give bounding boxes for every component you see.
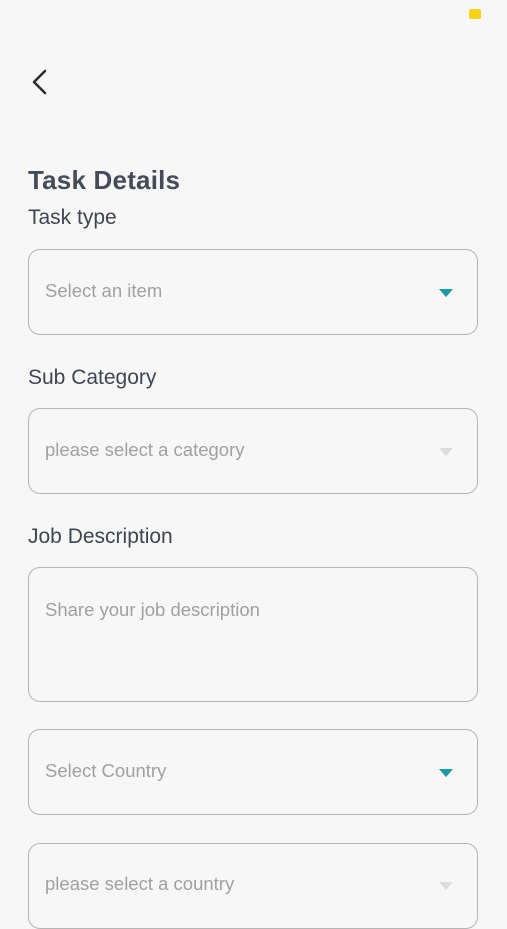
battery-icon xyxy=(469,9,481,19)
dropdown-caret-icon xyxy=(439,882,453,890)
job-description-textarea[interactable]: Share your job description xyxy=(28,567,478,702)
sub-category-label: Sub Category xyxy=(28,366,157,389)
country-dropdown[interactable]: Select Country xyxy=(28,729,478,815)
chevron-left-icon xyxy=(32,69,47,95)
sub-category-placeholder: please select a category xyxy=(45,439,245,460)
page-title: Task Details xyxy=(28,165,181,195)
status-bar xyxy=(0,0,507,30)
back-button[interactable] xyxy=(22,62,58,102)
task-type-placeholder: Select an item xyxy=(45,280,163,301)
job-description-placeholder: Share your job description xyxy=(45,599,260,620)
city-placeholder: please select a country xyxy=(45,873,235,894)
job-description-label: Job Description xyxy=(28,525,173,548)
sub-category-dropdown[interactable]: please select a category xyxy=(28,408,478,494)
dropdown-caret-icon xyxy=(439,289,453,297)
country-placeholder: Select Country xyxy=(45,760,167,781)
dropdown-caret-icon xyxy=(439,769,453,777)
task-type-dropdown[interactable]: Select an item xyxy=(28,249,478,335)
dropdown-caret-icon xyxy=(439,448,453,456)
city-dropdown[interactable]: please select a country xyxy=(28,843,478,929)
task-type-label: Task type xyxy=(28,206,117,229)
